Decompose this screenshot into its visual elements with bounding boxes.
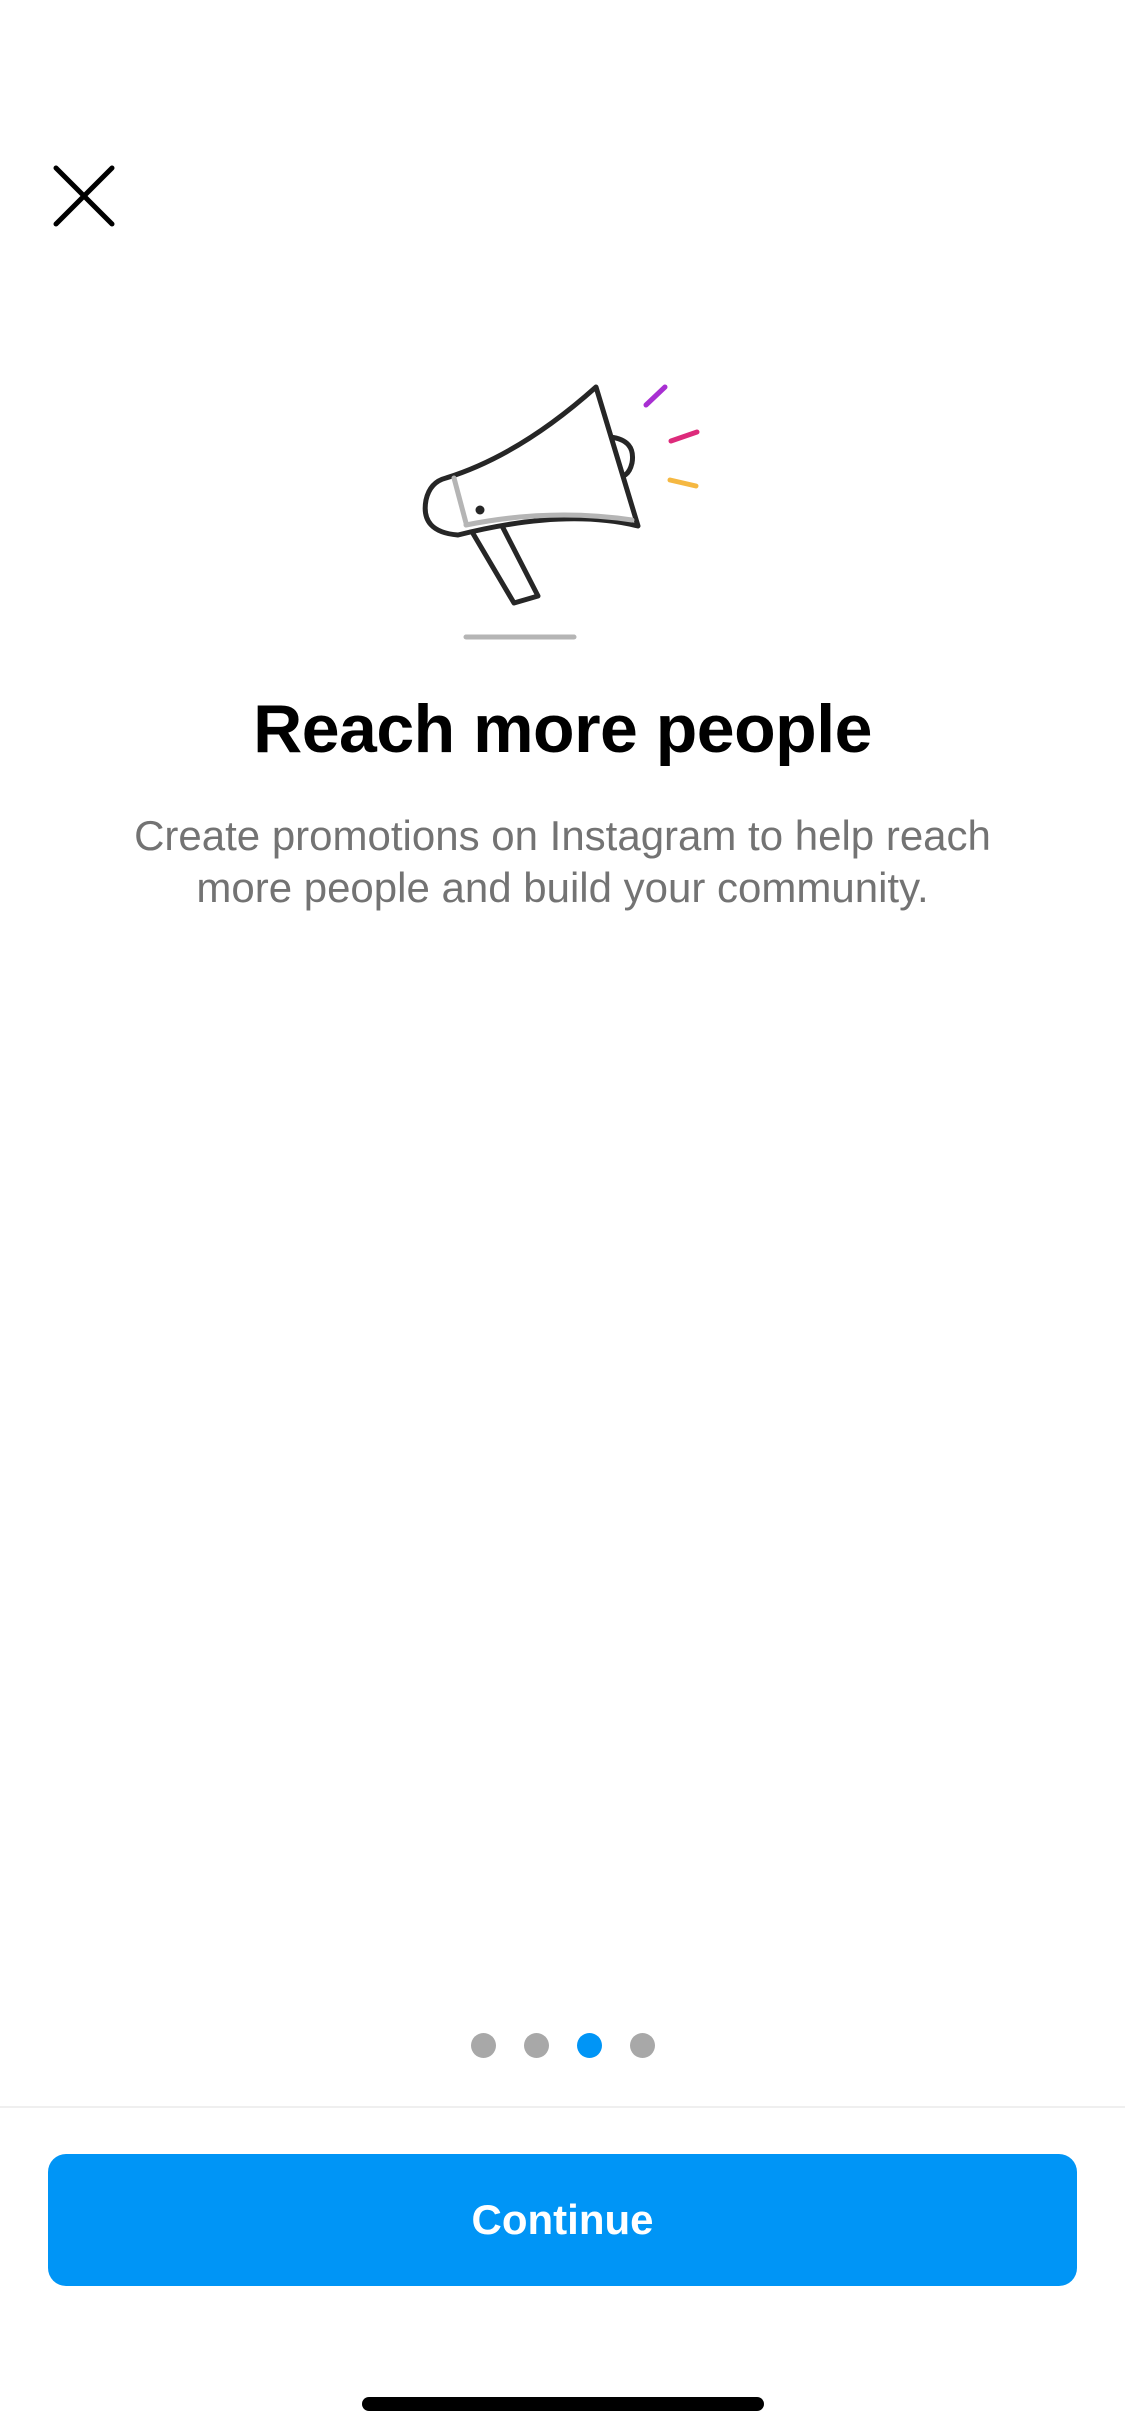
continue-button[interactable]: Continue — [48, 2154, 1077, 2286]
pagination-dot-2[interactable] — [523, 2033, 549, 2058]
footer-divider — [0, 2106, 1125, 2108]
megaphone-illustration — [410, 370, 720, 645]
close-button[interactable] — [44, 156, 124, 236]
page-title: Reach more people — [253, 691, 872, 767]
pagination-dot-1[interactable] — [470, 2033, 496, 2058]
home-indicator — [362, 2397, 764, 2411]
pagination-dot-3-active[interactable] — [576, 2033, 602, 2058]
close-icon — [53, 165, 115, 227]
megaphone-icon — [422, 384, 700, 640]
pagination-dots — [0, 2033, 1125, 2059]
pagination-dot-4[interactable] — [629, 2033, 655, 2058]
page-subtitle: Create promotions on Instagram to help r… — [134, 812, 991, 911]
